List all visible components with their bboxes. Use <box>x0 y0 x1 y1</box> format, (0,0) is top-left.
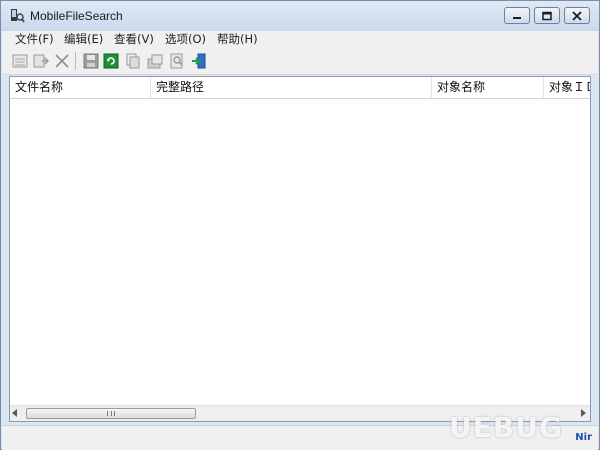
results-list[interactable]: 文件名称 完整路径 对象名称 对象ＩＤ <box>9 76 591 422</box>
column-header-full-path[interactable]: 完整路径 <box>151 77 432 98</box>
column-header-object-name[interactable]: 对象名称 <box>432 77 544 98</box>
export-icon[interactable] <box>32 52 50 70</box>
refresh-icon[interactable] <box>102 52 120 70</box>
grip-icon <box>107 411 115 416</box>
copy-icon[interactable] <box>124 52 142 70</box>
minimize-button[interactable] <box>504 7 530 24</box>
list-header: 文件名称 完整路径 对象名称 对象ＩＤ <box>10 77 590 99</box>
toolbar-separator <box>75 52 76 70</box>
close-icon <box>572 10 582 21</box>
watermark: UEBUG <box>449 411 563 444</box>
menu-help[interactable]: 帮助(H) <box>215 31 260 47</box>
menu-bar: 文件(F) 编辑(E) 查看(V) 选项(O) 帮助(H) <box>2 31 598 47</box>
menu-options[interactable]: 选项(O) <box>163 31 208 47</box>
properties-icon[interactable] <box>11 52 29 70</box>
save-icon[interactable] <box>82 52 100 70</box>
status-corner-text: Nir <box>575 432 592 443</box>
maximize-icon <box>542 11 552 20</box>
toolbar <box>2 47 598 75</box>
scrollbar-thumb[interactable] <box>26 408 196 419</box>
title-bar[interactable]: MobileFileSearch <box>1 1 599 31</box>
scroll-left-icon[interactable] <box>12 409 17 417</box>
menu-edit[interactable]: 编辑(E) <box>62 31 105 47</box>
window-title: MobileFileSearch <box>30 9 123 23</box>
column-header-object-id[interactable]: 对象ＩＤ <box>544 77 590 98</box>
app-window: MobileFileSearch 文件(F) 编辑(E) 查看(V) 选项(O)… <box>0 0 600 450</box>
scroll-right-icon[interactable] <box>581 409 586 417</box>
delete-icon[interactable] <box>53 52 71 70</box>
minimize-icon <box>513 16 521 19</box>
column-header-file-name[interactable]: 文件名称 <box>10 77 151 98</box>
app-icon <box>9 8 25 24</box>
copy-folder-icon[interactable] <box>146 52 164 70</box>
exit-icon[interactable] <box>190 52 208 70</box>
find-icon[interactable] <box>168 52 186 70</box>
close-button[interactable] <box>564 7 590 24</box>
menu-file[interactable]: 文件(F) <box>13 31 56 47</box>
menu-view[interactable]: 查看(V) <box>112 31 156 47</box>
maximize-button[interactable] <box>534 7 560 24</box>
